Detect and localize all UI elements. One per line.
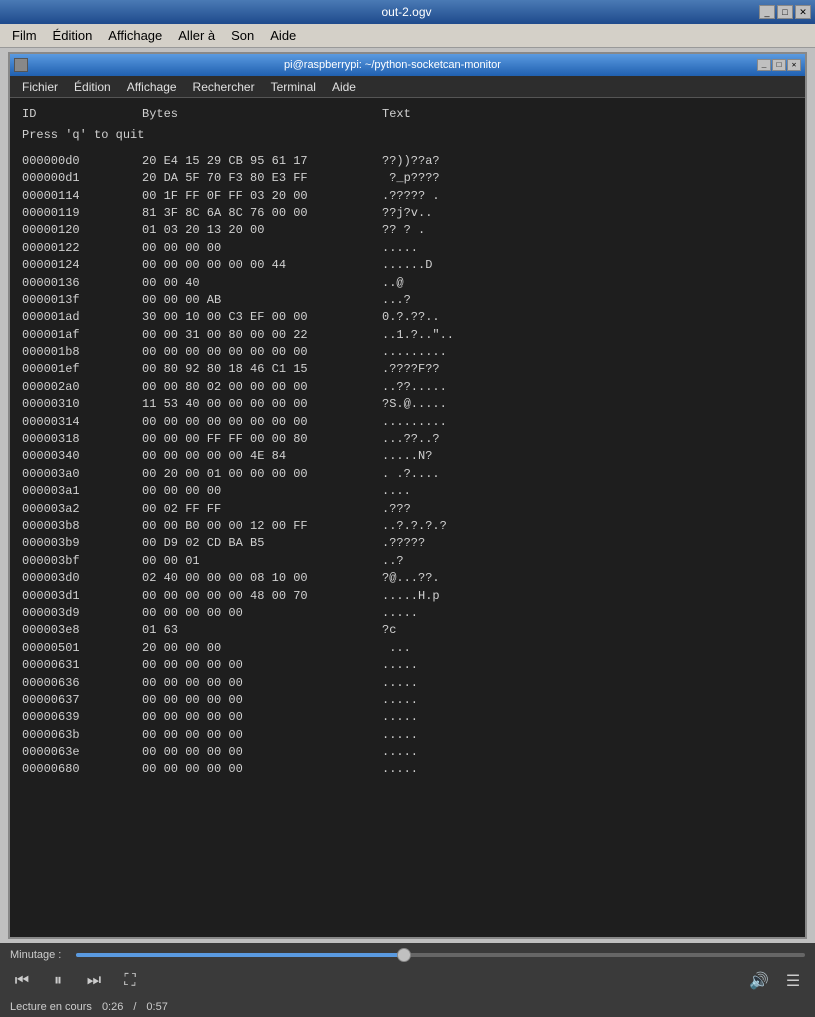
volume-button[interactable]: 🔊: [747, 969, 771, 993]
maximize-button[interactable]: □: [777, 5, 793, 19]
terminal-content: ID Bytes Text Press 'q' to quit 000000d0…: [10, 98, 805, 937]
progress-bar-container: Minutage :: [10, 949, 805, 961]
progress-fill: [76, 953, 404, 957]
menu-film[interactable]: Film: [4, 26, 45, 45]
inner-menu-fichier[interactable]: Fichier: [14, 78, 66, 96]
inner-menu-edition[interactable]: Édition: [66, 78, 119, 96]
terminal-rows: 000000d020 E4 15 29 CB 95 61 17??))??a?0…: [22, 153, 793, 779]
header-text: Text: [382, 106, 411, 123]
outer-titlebar: out-2.ogv _ □ ✕: [0, 0, 815, 24]
progress-label: Minutage :: [10, 949, 70, 961]
table-row: 0000031800 00 00 FF FF 00 00 80...??..?: [22, 431, 793, 448]
menu-aller-a[interactable]: Aller à: [170, 26, 223, 45]
table-row: 0000011981 3F 8C 6A 8C 76 00 00??j?v..: [22, 205, 793, 222]
menu-aide[interactable]: Aide: [262, 26, 304, 45]
prev-button[interactable]: ⏮: [10, 969, 34, 993]
menu-son[interactable]: Son: [223, 26, 262, 45]
time-separator: /: [133, 1001, 136, 1013]
close-button[interactable]: ✕: [795, 5, 811, 19]
fullscreen-button[interactable]: ⛶: [118, 969, 142, 993]
table-row: 0000012400 00 00 00 00 00 44......D: [22, 257, 793, 274]
table-row: 000003e801 63?c: [22, 622, 793, 639]
status-bar: Lecture en cours 0:26 / 0:57: [0, 999, 815, 1017]
table-row: 0000031400 00 00 00 00 00 00 00.........: [22, 414, 793, 431]
header-bytes: Bytes: [142, 106, 382, 123]
playback-status: Lecture en cours: [10, 1001, 92, 1013]
inner-window-controls[interactable]: _ □ ✕: [757, 59, 801, 71]
outer-menubar: Film Édition Affichage Aller à Son Aide: [0, 24, 815, 48]
table-row: 000003d100 00 00 00 00 48 00 70.....H.p: [22, 588, 793, 605]
table-row: 0000063100 00 00 00 00.....: [22, 657, 793, 674]
table-row: 0000063700 00 00 00 00.....: [22, 692, 793, 709]
table-row: 0000063600 00 00 00 00.....: [22, 675, 793, 692]
table-row: 000003a200 02 FF FF.???: [22, 501, 793, 518]
table-row: 0000012200 00 00 00.....: [22, 240, 793, 257]
player-section: Minutage : ⏮ ⏸ ⏭ ⛶ 🔊 ☰: [0, 943, 815, 999]
play-pause-button[interactable]: ⏸: [46, 969, 70, 993]
table-row: 0000063e00 00 00 00 00.....: [22, 744, 793, 761]
inner-menu-aide[interactable]: Aide: [324, 78, 364, 96]
player-controls: ⏮ ⏸ ⏭ ⛶ 🔊 ☰: [10, 967, 805, 995]
table-row: 000003d002 40 00 00 00 08 10 00?@...??.: [22, 570, 793, 587]
controls-right: 🔊 ☰: [747, 969, 805, 993]
menu-affichage[interactable]: Affichage: [100, 26, 170, 45]
table-row: 0000050120 00 00 00 ...: [22, 640, 793, 657]
table-row: 0000011400 1F FF 0F FF 03 20 00.????? .: [22, 188, 793, 205]
progress-track[interactable]: [76, 953, 805, 957]
table-row: 000003a000 20 00 01 00 00 00 00. .?....: [22, 466, 793, 483]
table-row: 000000d020 E4 15 29 CB 95 61 17??))??a?: [22, 153, 793, 170]
controls-left: ⏮ ⏸ ⏭ ⛶: [10, 969, 142, 993]
inner-menu-rechercher[interactable]: Rechercher: [185, 78, 263, 96]
table-row: 0000068000 00 00 00 00.....: [22, 761, 793, 778]
table-row: 0000013f00 00 00 AB...?: [22, 292, 793, 309]
progress-thumb[interactable]: [397, 948, 411, 962]
quit-instruction: Press 'q' to quit: [22, 127, 793, 144]
next-button[interactable]: ⏭: [82, 969, 106, 993]
inner-window-title: pi@raspberrypi: ~/python-socketcan-monit…: [28, 59, 757, 71]
inner-maximize-button[interactable]: □: [772, 59, 786, 71]
terminal-header: ID Bytes Text: [22, 106, 793, 123]
table-row: 000003bf00 00 01..?: [22, 553, 793, 570]
table-row: 000003b900 D9 02 CD BA B5.?????: [22, 535, 793, 552]
inner-menu-affichage[interactable]: Affichage: [119, 78, 185, 96]
table-row: 000001b800 00 00 00 00 00 00 00.........: [22, 344, 793, 361]
table-row: 000003a100 00 00 00....: [22, 483, 793, 500]
inner-menu-terminal[interactable]: Terminal: [263, 78, 324, 96]
minimize-button[interactable]: _: [759, 5, 775, 19]
inner-close-button[interactable]: ✕: [787, 59, 801, 71]
table-row: 000001ef00 80 92 80 18 46 C1 15.????F??: [22, 361, 793, 378]
table-row: 0000063b00 00 00 00 00.....: [22, 727, 793, 744]
time-current: 0:26: [102, 1001, 123, 1013]
table-row: 000003b800 00 B0 00 00 12 00 FF..?.?.?.?: [22, 518, 793, 535]
table-row: 000003d900 00 00 00 00.....: [22, 605, 793, 622]
inner-minimize-button[interactable]: _: [757, 59, 771, 71]
table-row: 000000d120 DA 5F 70 F3 80 E3 FF ?_p????: [22, 170, 793, 187]
menu-edition[interactable]: Édition: [45, 26, 101, 45]
terminal-icon: [14, 58, 28, 72]
inner-terminal-window: pi@raspberrypi: ~/python-socketcan-monit…: [8, 52, 807, 939]
table-row: 000001af00 00 31 00 80 00 00 22..1.?..".…: [22, 327, 793, 344]
table-row: 0000034000 00 00 00 00 4E 84.....N?: [22, 448, 793, 465]
table-row: 000002a000 00 80 02 00 00 00 00..??.....: [22, 379, 793, 396]
menu-button[interactable]: ☰: [781, 969, 805, 993]
inner-titlebar: pi@raspberrypi: ~/python-socketcan-monit…: [10, 54, 805, 76]
header-id: ID: [22, 106, 142, 123]
table-row: 0000012001 03 20 13 20 00?? ? .: [22, 222, 793, 239]
table-row: 0000063900 00 00 00 00.....: [22, 709, 793, 726]
table-row: 0000013600 00 40..@: [22, 275, 793, 292]
outer-window-title: out-2.ogv: [54, 5, 759, 19]
inner-menubar: Fichier Édition Affichage Rechercher Ter…: [10, 76, 805, 98]
time-total: 0:57: [146, 1001, 167, 1013]
outer-window-controls[interactable]: _ □ ✕: [759, 5, 811, 19]
table-row: 0000031011 53 40 00 00 00 00 00?S.@.....: [22, 396, 793, 413]
table-row: 000001ad30 00 10 00 C3 EF 00 000.?.??..: [22, 309, 793, 326]
